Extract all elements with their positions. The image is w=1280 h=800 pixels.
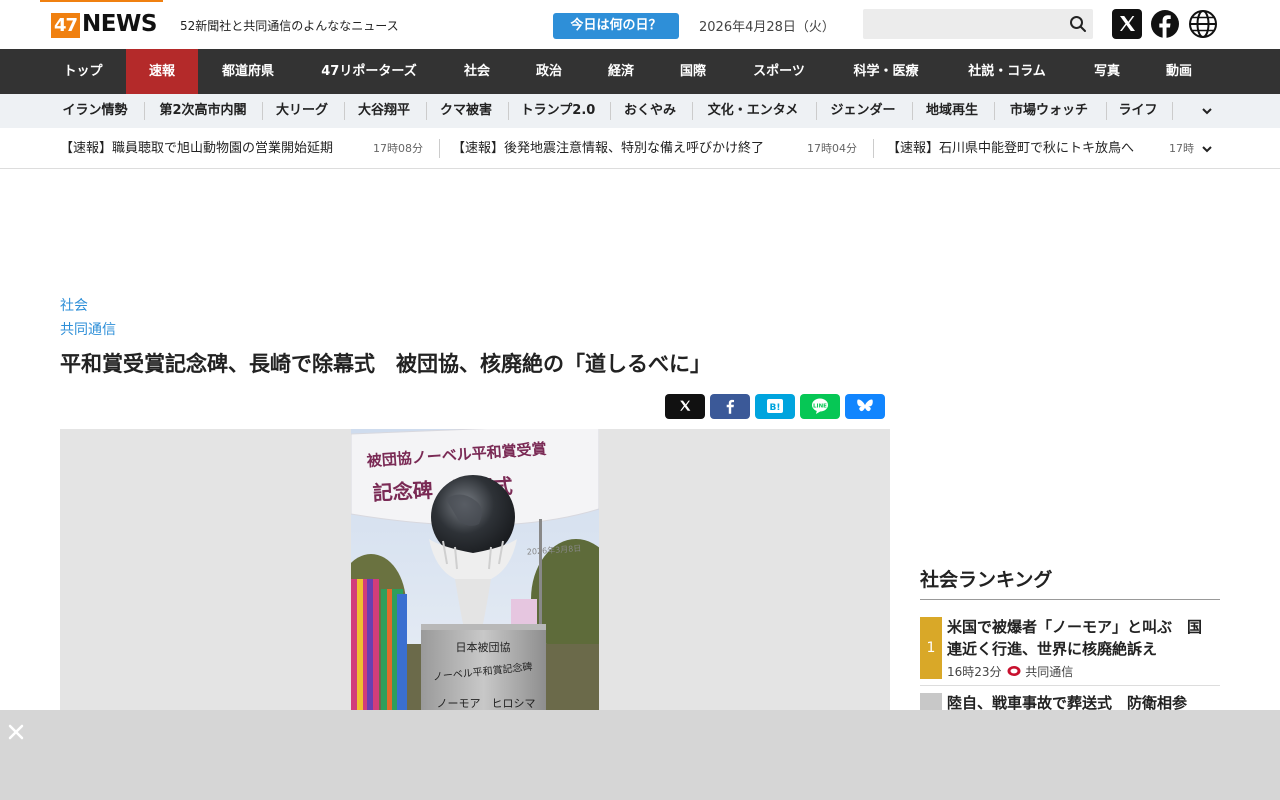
nav-item-politics[interactable]: 政治	[514, 49, 584, 94]
facebook-icon	[726, 399, 735, 414]
share-line-button[interactable]: LINE	[800, 394, 840, 419]
topic-item-regional[interactable]: 地域再生	[918, 94, 986, 128]
main-navigation: トップ 速報 都道府県 47リポーターズ 社会 政治 経済 国際 スポーツ 科学…	[0, 49, 1280, 94]
nav-item-economy[interactable]: 経済	[584, 49, 658, 94]
svg-text:LINE: LINE	[813, 404, 827, 410]
photo-plaque-text: ノーモア ヒロシマ	[437, 697, 536, 710]
nav-item-47reporters[interactable]: 47リポーターズ	[298, 49, 440, 94]
nav-item-top[interactable]: トップ	[40, 49, 126, 94]
topic-item-culture[interactable]: 文化・エンタメ	[698, 94, 808, 128]
nav-item-editorial-column[interactable]: 社説・コラム	[942, 49, 1072, 94]
nav-item-sports[interactable]: スポーツ	[728, 49, 830, 94]
bluesky-butterfly-icon	[857, 399, 873, 412]
ticker-headline[interactable]: 【速報】石川県中能登町で秋にトキ放鳥へ	[887, 128, 1134, 169]
x-twitter-icon	[680, 400, 691, 411]
ticker-time: 17時04分	[807, 142, 857, 155]
topic-separator	[144, 102, 145, 120]
ranking-item-headline[interactable]: 米国で被爆者「ノーモア」と叫ぶ 国連近く行進、世界に核廃絶訴え	[947, 616, 1212, 660]
ticker-time: 17時08分	[373, 142, 423, 155]
ticker-time: 17時	[1169, 142, 1194, 155]
topic-separator	[1106, 102, 1107, 120]
topic-item-iran[interactable]: イラン情勢	[52, 94, 138, 128]
ranking-item-source: 共同通信	[1025, 665, 1074, 679]
nav-item-videos[interactable]: 動画	[1142, 49, 1216, 94]
line-icon: LINE	[812, 398, 828, 414]
photo-plaque-text: 日本被団協	[456, 640, 511, 654]
topic-separator	[426, 102, 427, 120]
search-icon[interactable]	[1069, 15, 1087, 33]
monument-photo-illustration: 被団協ノーベル平和賞受賞 記念碑 除幕式 2026年3月8日 日本被団	[351, 429, 599, 710]
nav-item-prefectures[interactable]: 都道府県	[198, 49, 298, 94]
article-source-link[interactable]: 共同通信	[60, 319, 116, 339]
current-date: 2026年4月28日（火）	[699, 20, 835, 35]
ticker-separator	[439, 139, 440, 158]
page: 47 NEWS 52新聞社と共同通信のよんななニュース 今日は何の日？ 2026…	[0, 0, 1280, 800]
hatena-bookmark-icon: B!	[767, 399, 783, 413]
nav-item-society[interactable]: 社会	[440, 49, 514, 94]
topic-separator	[1172, 102, 1173, 120]
share-facebook-button[interactable]	[710, 394, 750, 419]
x-twitter-icon[interactable]	[1112, 9, 1142, 39]
share-x-button[interactable]	[665, 394, 705, 419]
share-bluesky-button[interactable]	[845, 394, 885, 419]
topic-item-life[interactable]: ライフ	[1112, 94, 1164, 128]
logo-accent-bar	[40, 0, 163, 2]
chevron-down-icon[interactable]	[1200, 104, 1214, 118]
nav-item-photos[interactable]: 写真	[1072, 49, 1142, 94]
facebook-icon[interactable]	[1150, 9, 1180, 39]
kyodo-logo-icon	[1007, 666, 1021, 676]
chevron-down-icon[interactable]	[1200, 142, 1214, 156]
article-title: 平和賞受賞記念碑、長崎で除幕式 被団協、核廃絶の「道しるべに」	[60, 352, 711, 376]
breaking-news-ticker: 【速報】職員聴取で旭山動物園の営業開始延期 17時08分 【速報】後発地震注意情…	[0, 128, 1280, 169]
ranking-number: 1	[920, 617, 942, 679]
ranking-item-time: 16時23分	[947, 665, 1002, 679]
ticker-separator	[873, 139, 874, 158]
nav-item-breaking[interactable]: 速報	[126, 49, 198, 94]
topic-separator	[912, 102, 913, 120]
close-icon[interactable]	[6, 722, 26, 742]
site-tagline: 52新聞社と共同通信のよんななニュース	[180, 19, 399, 33]
topic-separator	[816, 102, 817, 120]
topic-item-mlb[interactable]: 大リーグ	[268, 94, 336, 128]
logo-word: NEWS	[82, 11, 157, 37]
ranking-title-rule	[920, 599, 1220, 600]
topic-separator	[262, 102, 263, 120]
share-hatena-bookmark-button[interactable]: B!	[755, 394, 795, 419]
topic-item-ohtani[interactable]: 大谷翔平	[350, 94, 418, 128]
ranking-title: 社会ランキング	[920, 569, 1053, 591]
topic-item-gender[interactable]: ジェンダー	[822, 94, 904, 128]
topic-separator	[692, 102, 693, 120]
today-in-history-button[interactable]: 今日は何の日？	[553, 13, 679, 39]
topic-separator	[994, 102, 995, 120]
ticker-headline[interactable]: 【速報】職員聴取で旭山動物園の営業開始延期	[60, 128, 333, 169]
ranking-item-meta: 16時23分 共同通信	[947, 663, 1073, 680]
globe-icon[interactable]	[1188, 9, 1218, 39]
article-photo[interactable]: 被団協ノーベル平和賞受賞 記念碑 除幕式 2026年3月8日 日本被団	[351, 429, 599, 710]
topic-separator	[610, 102, 611, 120]
topic-navigation: イラン情勢 第2次高市内閣 大リーグ 大谷翔平 クマ被害 トランプ2.0 おくや…	[0, 94, 1280, 128]
topic-item-market-watch[interactable]: 市場ウォッチ	[1000, 94, 1098, 128]
logo-number: 47	[51, 13, 80, 38]
ticker-headline[interactable]: 【速報】後発地震注意情報、特別な備え呼びかけ終了	[452, 128, 764, 169]
topic-item-bear-damage[interactable]: クマ被害	[432, 94, 500, 128]
topic-separator	[344, 102, 345, 120]
search-input[interactable]	[863, 9, 1093, 39]
topic-item-takaichi-cabinet[interactable]: 第2次高市内閣	[150, 94, 256, 128]
site-logo[interactable]: 47 NEWS	[40, 0, 163, 49]
topic-item-obituaries[interactable]: おくやみ	[616, 94, 684, 128]
article-category-link[interactable]: 社会	[60, 295, 88, 315]
nav-item-science-medical[interactable]: 科学・医療	[830, 49, 942, 94]
ranking-divider	[920, 685, 1220, 686]
site-header: 47 NEWS 52新聞社と共同通信のよんななニュース 今日は何の日？ 2026…	[0, 0, 1280, 49]
nav-item-international[interactable]: 国際	[658, 49, 728, 94]
topic-separator	[508, 102, 509, 120]
bottom-ad-overlay	[0, 710, 1280, 800]
topic-item-trump[interactable]: トランプ2.0	[514, 94, 602, 128]
svg-text:B!: B!	[770, 403, 781, 413]
